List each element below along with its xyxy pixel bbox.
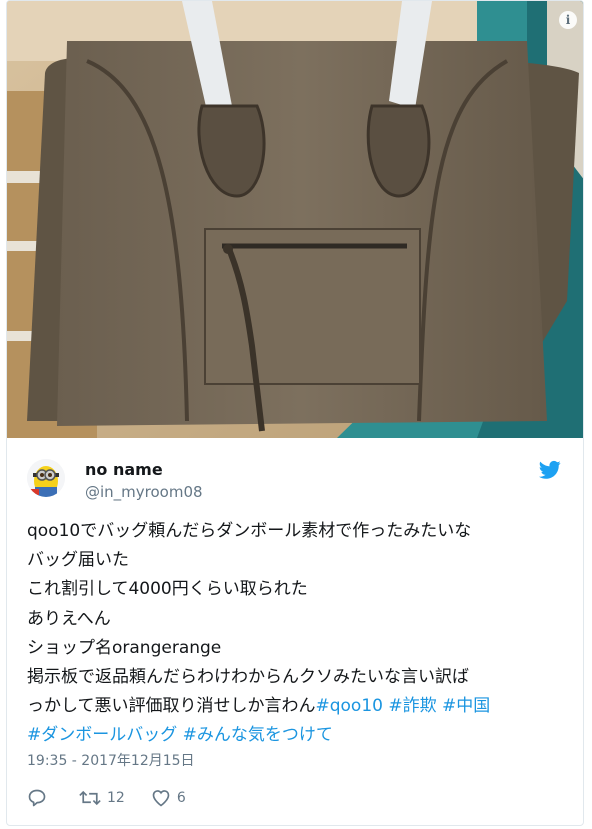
- hashtag-link[interactable]: #qoo10: [316, 696, 383, 716]
- reply-icon: [28, 789, 46, 807]
- info-icon[interactable]: i: [559, 11, 577, 29]
- author-handle[interactable]: @in_myroom08: [85, 483, 203, 501]
- twitter-bird-icon[interactable]: [539, 460, 561, 480]
- handbag-photo: [7, 1, 583, 438]
- like-button[interactable]: 6: [151, 788, 186, 808]
- hashtag-link[interactable]: #詐欺: [388, 696, 436, 716]
- hashtag-link[interactable]: #中国: [442, 696, 490, 716]
- tweet-line: ショップ名orangerange: [27, 637, 222, 658]
- heart-icon: [152, 790, 170, 807]
- tweet-text: qoo10でバッグ頼んだらダンボール素材で作ったみたいな バッグ届いた これ割引…: [27, 517, 567, 751]
- hashtag-link[interactable]: #ダンボールバッグ: [27, 725, 177, 745]
- minion-avatar[interactable]: [27, 459, 65, 497]
- tweet-header: no name @in_myroom08: [7, 438, 583, 508]
- tweet-card: i no name @in_myroom08 qoo10でバッグ頼んだらダンボー…: [6, 0, 584, 826]
- tweet-line: qoo10でバッグ頼んだらダンボール素材で作ったみたいな: [27, 521, 472, 541]
- tweet-hashtag-line: #ダンボールバッグ #みんな気をつけて: [27, 721, 567, 750]
- like-count: 6: [176, 790, 186, 806]
- retweet-icon: [79, 790, 101, 806]
- tweet-photo[interactable]: i: [7, 1, 583, 438]
- reply-button[interactable]: [27, 788, 53, 808]
- tweet-line: バッグ届いた: [27, 550, 129, 571]
- tweet-line-with-tags: っかして悪い評価取り消せしか言わん#qoo10 #詐欺 #中国: [27, 692, 567, 721]
- retweet-button[interactable]: 12: [79, 788, 125, 808]
- tweet-line: これ割引して4000円くらい取られた: [27, 579, 308, 600]
- hashtag-link[interactable]: #みんな気をつけて: [183, 725, 333, 745]
- author-name[interactable]: no name: [85, 460, 163, 479]
- tweet-timestamp[interactable]: 19:35 - 2017年12月15日: [27, 750, 195, 770]
- tweet-line: っかして悪い評価取り消せしか言わん: [27, 696, 316, 717]
- tweet-line: ありえへん: [27, 608, 111, 629]
- tweet-actions: 12 6: [27, 786, 212, 810]
- tweet-line: 掲示板で返品頼んだらわけわからんクソみたいな言い訳ば: [27, 667, 469, 688]
- minion-avatar-icon: [27, 459, 65, 497]
- retweet-count: 12: [107, 790, 125, 806]
